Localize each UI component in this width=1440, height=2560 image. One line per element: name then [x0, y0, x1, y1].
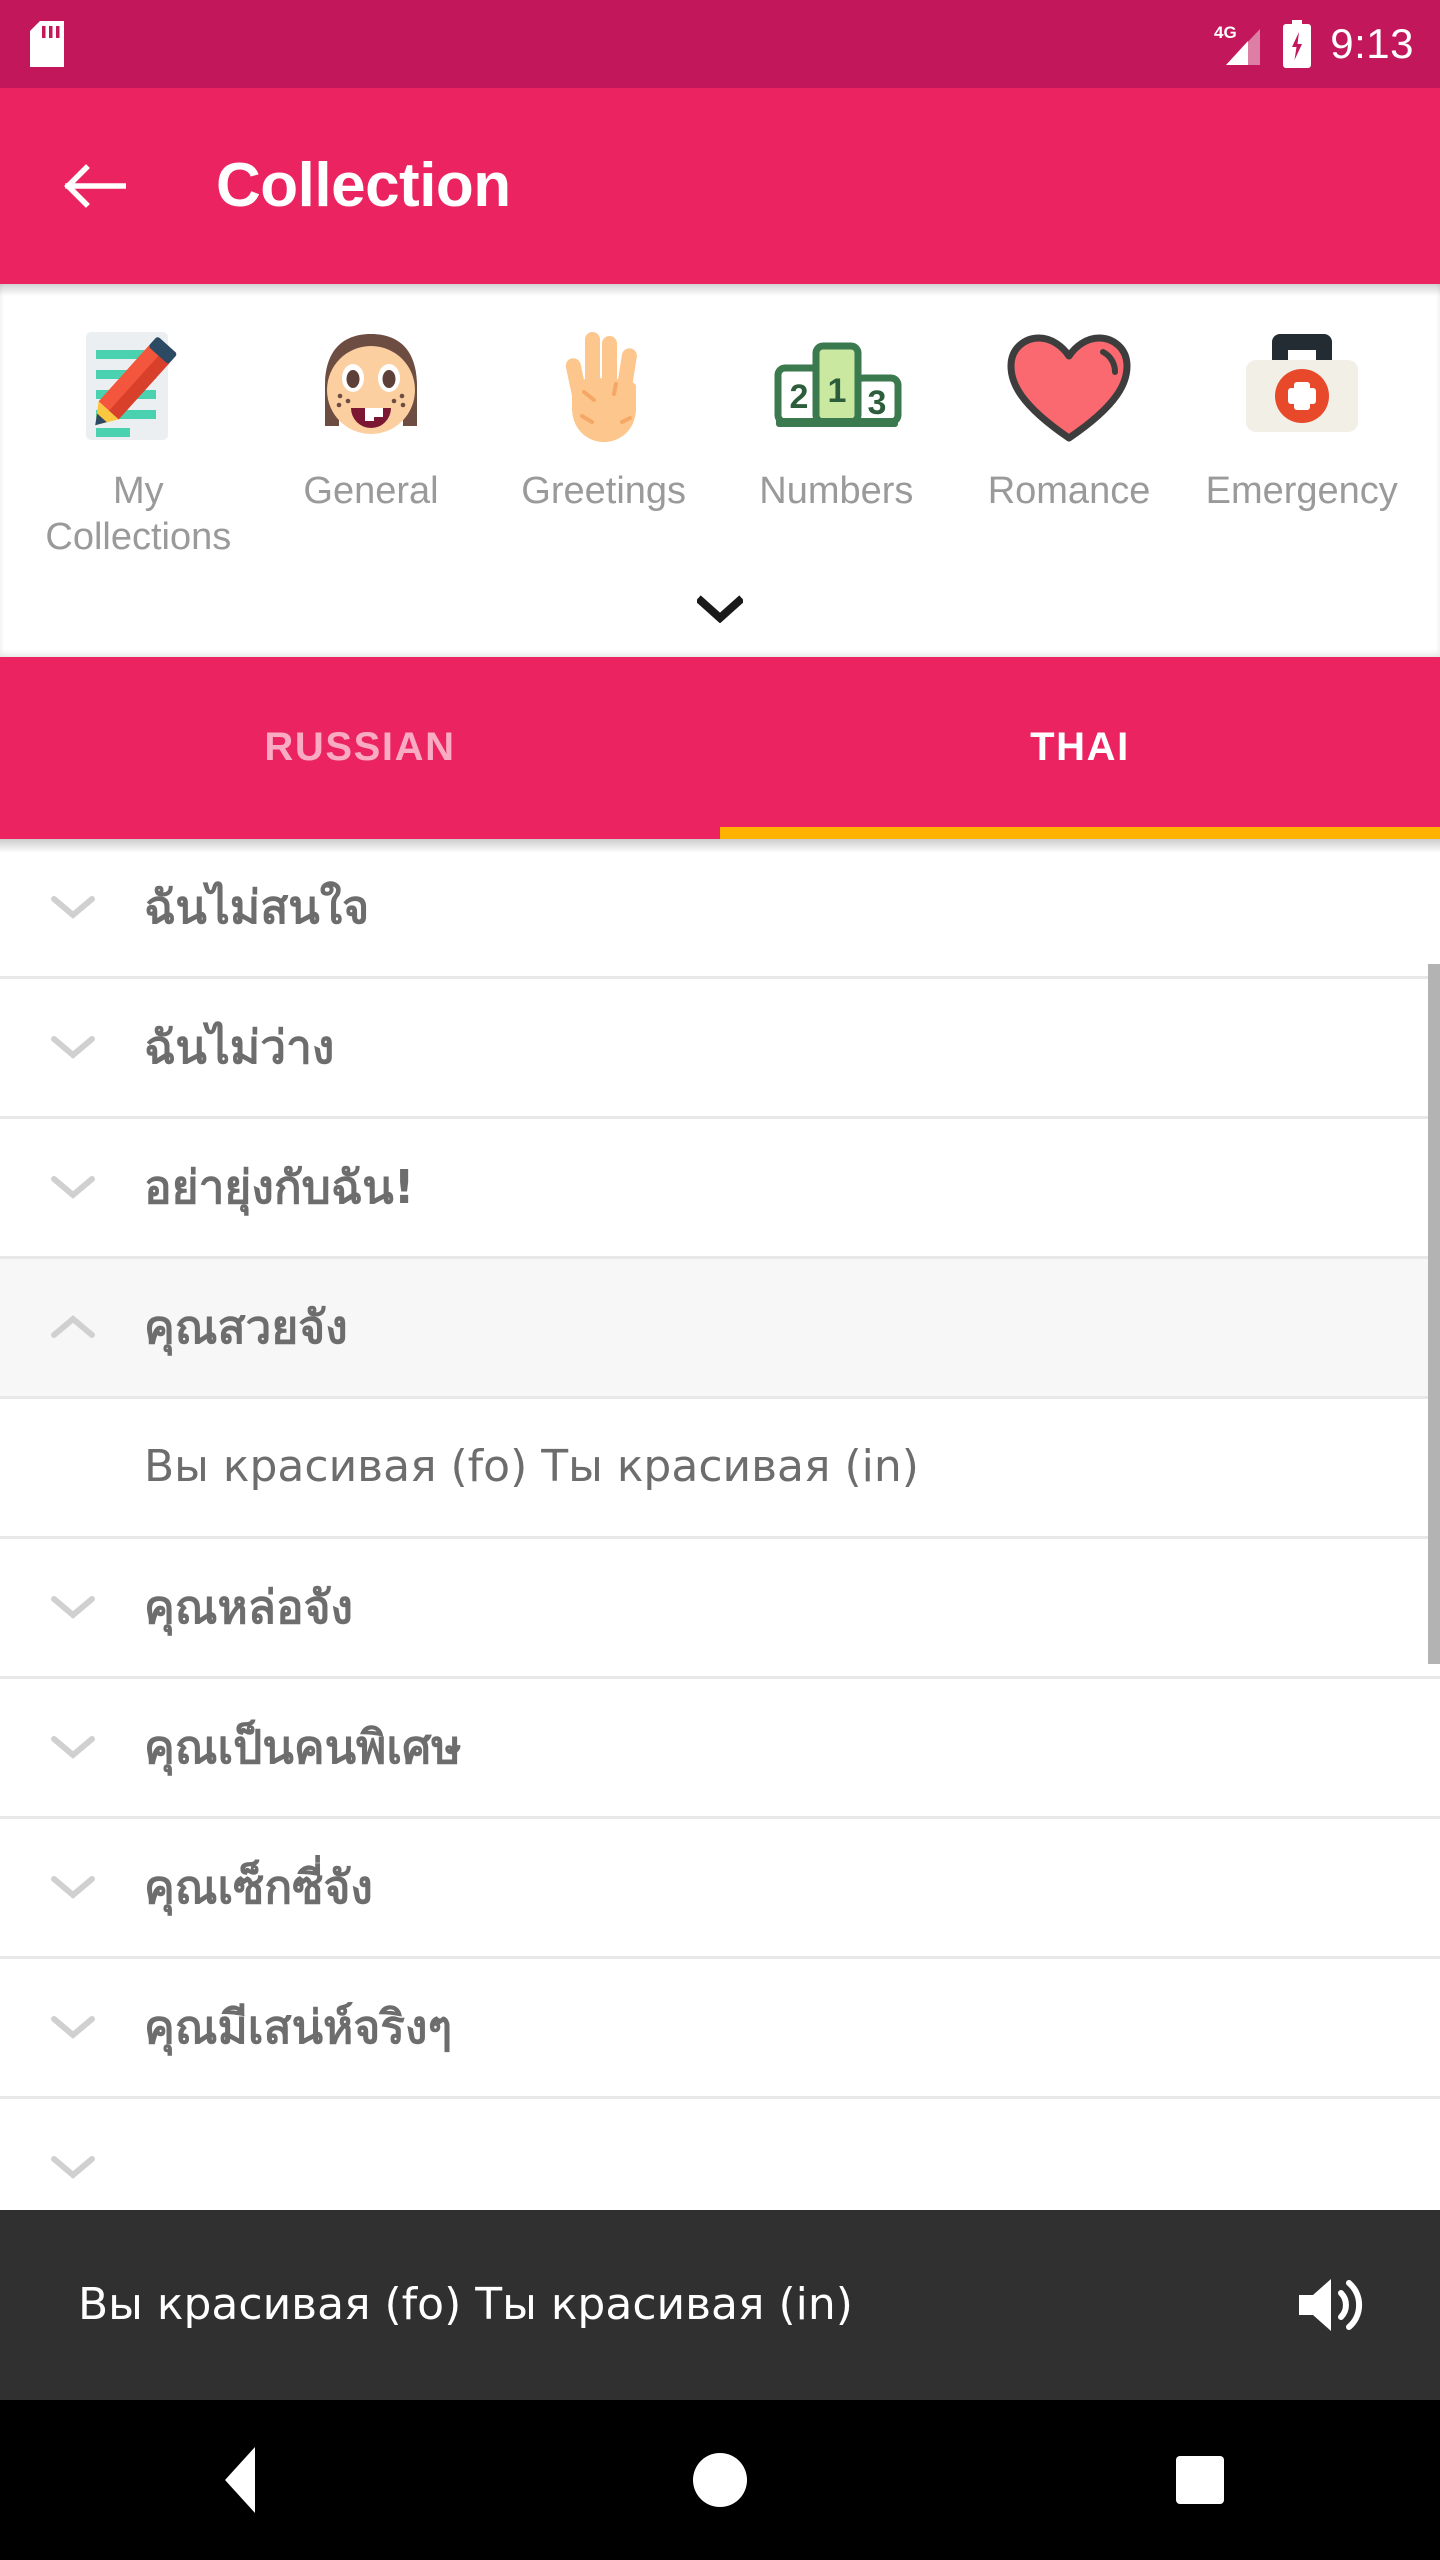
sd-card-icon — [30, 21, 64, 67]
category-panel: My Collections General Greetings 2 1 3 N… — [0, 284, 1440, 657]
status-bar-left — [30, 21, 64, 67]
translation-text: Вы красивая (fo) Ты красивая (in) — [144, 1441, 919, 1493]
play-audio-button[interactable] — [1282, 2255, 1382, 2355]
category-row: My Collections General Greetings 2 1 3 N… — [0, 314, 1440, 561]
category-label: Emergency — [1205, 470, 1398, 512]
table-row[interactable] — [0, 2098, 1440, 2210]
table-row[interactable]: คุณหล่อจัง — [0, 1538, 1440, 1679]
category-item-emergency[interactable]: Emergency — [1185, 314, 1418, 514]
category-item-greetings[interactable]: Greetings — [487, 314, 720, 514]
svg-text:3: 3 — [868, 384, 887, 422]
raised-hand-icon — [530, 314, 678, 462]
status-bar: 4G 9:13 — [0, 0, 1440, 88]
chevron-down-icon[interactable] — [30, 2154, 116, 2180]
phrase-text: คุณมีเสน่ห์จริงๆ — [144, 2000, 453, 2055]
first-aid-kit-icon — [1228, 314, 1376, 462]
svg-text:1: 1 — [828, 372, 847, 410]
nav-recents-square-icon — [1176, 2456, 1224, 2504]
table-row[interactable]: คุณเป็นคนพิเศษ — [0, 1678, 1440, 1819]
phrase-text: อย่ายุ่งกับฉัน! — [144, 1160, 415, 1215]
status-bar-right: 4G 9:13 — [1214, 20, 1414, 68]
chevron-down-icon — [697, 595, 743, 623]
page-title: Collection — [216, 151, 511, 220]
language-tab-bar: RUSSIAN THAI — [0, 656, 1440, 839]
memo-pencil-icon — [64, 314, 212, 462]
chevron-down-icon[interactable] — [30, 1034, 116, 1060]
phrase-text: ฉันไม่ว่าง — [144, 1020, 335, 1075]
chevron-down-icon[interactable] — [30, 1734, 116, 1760]
volume-up-icon — [1295, 2273, 1369, 2337]
category-label: General — [303, 470, 439, 512]
back-button[interactable] — [56, 147, 134, 225]
svg-text:2: 2 — [790, 378, 809, 416]
category-item-general[interactable]: General — [255, 314, 488, 514]
nav-back-triangle-icon — [225, 2447, 255, 2513]
translation-row[interactable]: Вы красивая (fo) Ты красивая (in) — [0, 1398, 1440, 1539]
table-row[interactable]: อย่ายุ่งกับฉัน! — [0, 1118, 1440, 1259]
chevron-down-icon[interactable] — [30, 1874, 116, 1900]
chevron-up-icon[interactable] — [30, 1314, 116, 1340]
podium-icon: 2 1 3 — [762, 314, 910, 462]
expand-categories-button[interactable] — [0, 561, 1440, 657]
back-arrow-icon — [64, 162, 126, 210]
table-row[interactable]: ฉันไม่ว่าง — [0, 978, 1440, 1119]
audio-player-bar: Вы красивая (fo) Ты красивая (in) — [0, 2210, 1440, 2400]
signal-bars-icon: 4G — [1214, 21, 1264, 67]
nav-home-button[interactable] — [480, 2400, 960, 2560]
nav-home-circle-icon — [693, 2453, 747, 2507]
chevron-down-icon[interactable] — [30, 894, 116, 920]
phrase-text: ฉันไม่สนใจ — [144, 880, 370, 935]
table-row[interactable]: คุณมีเสน่ห์จริงๆ — [0, 1958, 1440, 2099]
phrase-text: คุณเป็นคนพิเศษ — [144, 1720, 462, 1775]
table-row[interactable]: ฉันไม่สนใจ — [0, 838, 1440, 979]
tab-russian[interactable]: RUSSIAN — [0, 657, 720, 839]
category-label: My Collections — [45, 470, 232, 559]
chevron-down-icon[interactable] — [30, 1594, 116, 1620]
category-label: Romance — [987, 470, 1151, 512]
system-navigation-bar — [0, 2400, 1440, 2560]
phrase-text: คุณเซ็กซี่จัง — [144, 1860, 373, 1915]
table-row-expanded[interactable]: คุณสวยจัง — [0, 1258, 1440, 1399]
svg-text:4G: 4G — [1214, 23, 1237, 42]
audio-phrase-text: Вы красивая (fo) Ты красивая (in) — [78, 2278, 853, 2330]
phrase-text: คุณสวยจัง — [144, 1300, 348, 1355]
category-item-numbers[interactable]: 2 1 3 Numbers — [720, 314, 953, 514]
heart-icon — [995, 314, 1143, 462]
nav-back-button[interactable] — [0, 2400, 480, 2560]
scrollbar-thumb[interactable] — [1428, 963, 1440, 1664]
app-bar: Collection — [0, 88, 1440, 284]
chevron-down-icon[interactable] — [30, 2014, 116, 2040]
category-label: Numbers — [759, 470, 914, 512]
app-screen: 4G 9:13 Collection My Collections Genera… — [0, 0, 1440, 2560]
chevron-down-icon[interactable] — [30, 1174, 116, 1200]
category-item-my-collections[interactable]: My Collections — [22, 314, 255, 561]
battery-charging-icon — [1282, 20, 1312, 68]
category-item-romance[interactable]: Romance — [953, 314, 1186, 514]
nav-recents-button[interactable] — [960, 2400, 1440, 2560]
table-row[interactable]: คุณเซ็กซี่จัง — [0, 1818, 1440, 1959]
status-bar-clock: 9:13 — [1330, 20, 1414, 67]
phrase-list[interactable]: ฉันไม่สนใจ ฉันไม่ว่าง อย่ายุ่งกับฉัน! คุ… — [0, 838, 1440, 2210]
category-label: Greetings — [521, 470, 687, 512]
girl-face-icon — [297, 314, 445, 462]
phrase-text: คุณหล่อจัง — [144, 1580, 353, 1635]
tab-thai[interactable]: THAI — [720, 657, 1440, 839]
